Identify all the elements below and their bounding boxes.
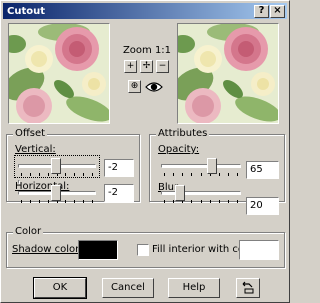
cancel-button[interactable]: Cancel [102,278,154,298]
original-preview[interactable] [8,23,110,124]
window-title: Cutout [7,5,46,17]
slider-tick [201,173,202,176]
slider-tick [30,200,31,203]
shadow-color-label: Shadow color: [12,244,82,255]
roses-image [178,24,278,123]
ok-button[interactable]: OK [33,277,87,299]
vertical-value-field[interactable]: -2 [104,159,134,177]
attributes-title: Attributes [156,128,210,139]
slider-tick [39,173,40,176]
eye-icon[interactable] [145,81,163,93]
slider-tick [182,173,183,176]
slider-tick [39,200,40,203]
fill-color-swatch[interactable] [239,240,279,260]
zoom-label: Zoom 1:1 [122,45,172,56]
horizontal-value-field[interactable]: -2 [104,184,134,202]
vertical-slider-thumb[interactable] [51,158,61,174]
slider-tick [173,173,174,176]
slider-tick [237,173,238,176]
slider-tick [92,173,93,176]
slider-tick [191,200,192,203]
zoom-out-icon[interactable]: − [156,60,169,73]
move-icon[interactable]: ✢ [140,60,153,73]
slider-tick [83,200,84,203]
slider-tick [228,200,229,203]
slider-tick [237,200,238,203]
zoom-in-icon[interactable]: + [124,60,137,73]
offset-title: Offset [13,128,48,139]
slider-tick [219,173,220,176]
opacity-ticks [164,173,238,177]
slider-tick [83,173,84,176]
slider-tick [74,173,75,176]
spacer [18,180,20,184]
result-preview[interactable] [177,23,279,124]
title-bar[interactable]: Cutout ? × [3,3,287,19]
blur-slider-thumb[interactable] [175,185,185,201]
opacity-value-field[interactable]: 65 [246,161,279,179]
shadow-color-text: Shadow color: [12,244,83,255]
slider-tick [21,200,22,203]
vertical-label: Vertical: [15,144,56,155]
slider-tick [219,200,220,203]
slider-tick [48,200,49,203]
slider-tick [173,200,174,203]
opacity-slider-thumb[interactable] [207,158,217,174]
slider-tick [65,200,66,203]
roses-image [9,24,109,123]
help-icon[interactable]: ? [254,4,269,18]
horizontal-slider-thumb[interactable] [51,185,61,201]
slider-tick [48,173,49,176]
slider-tick [92,200,93,203]
color-title: Color [13,226,44,237]
reset-icon [242,281,254,294]
close-icon[interactable]: × [270,4,285,18]
proof-icon[interactable]: ⊕ [128,80,141,93]
blur-slider-track[interactable] [161,191,241,195]
cutout-dialog: Cutout ? × Zoom 1:1 + ✢ − ⊕ Offset Verti… [0,0,290,303]
reset-button[interactable] [236,278,260,298]
slider-tick [164,200,165,203]
shadow-color-swatch[interactable] [78,240,118,260]
opacity-slider-track[interactable] [161,164,241,168]
opacity-label: Opacity: [158,144,200,155]
slider-tick [21,173,22,176]
help-button[interactable]: Help [168,278,220,298]
slider-tick [74,200,75,203]
slider-tick [191,173,192,176]
slider-tick [228,173,229,176]
slider-tick [30,173,31,176]
slider-tick [201,200,202,203]
slider-tick [65,173,66,176]
slider-tick [210,200,211,203]
slider-tick [164,173,165,176]
fill-interior-checkbox[interactable] [137,244,149,256]
blur-value-field[interactable]: 20 [246,197,279,215]
